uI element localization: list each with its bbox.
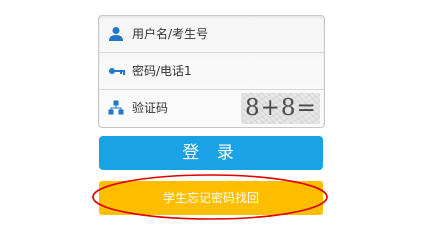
- captcha-input[interactable]: 验证码: [132, 90, 168, 126]
- login-form: 用户名/考生号 密码/电话1 验证码 8+8=: [98, 15, 325, 128]
- captcha-field[interactable]: 验证码 8+8=: [99, 90, 324, 127]
- captcha-text: 8+8=: [245, 95, 317, 121]
- key-icon: [108, 63, 125, 79]
- page-title-fragment: [176, 0, 246, 4]
- user-icon: [108, 26, 124, 42]
- captcha-icon: [108, 100, 124, 116]
- password-input[interactable]: 密码/电话1: [132, 53, 192, 89]
- captcha-image[interactable]: 8+8=: [241, 93, 320, 124]
- username-field[interactable]: 用户名/考生号: [99, 16, 324, 53]
- login-button[interactable]: 登 录: [99, 136, 323, 170]
- password-field[interactable]: 密码/电话1: [99, 53, 324, 90]
- forgot-password-button[interactable]: 学生忘记密码找回: [99, 181, 323, 215]
- username-input[interactable]: 用户名/考生号: [132, 16, 208, 52]
